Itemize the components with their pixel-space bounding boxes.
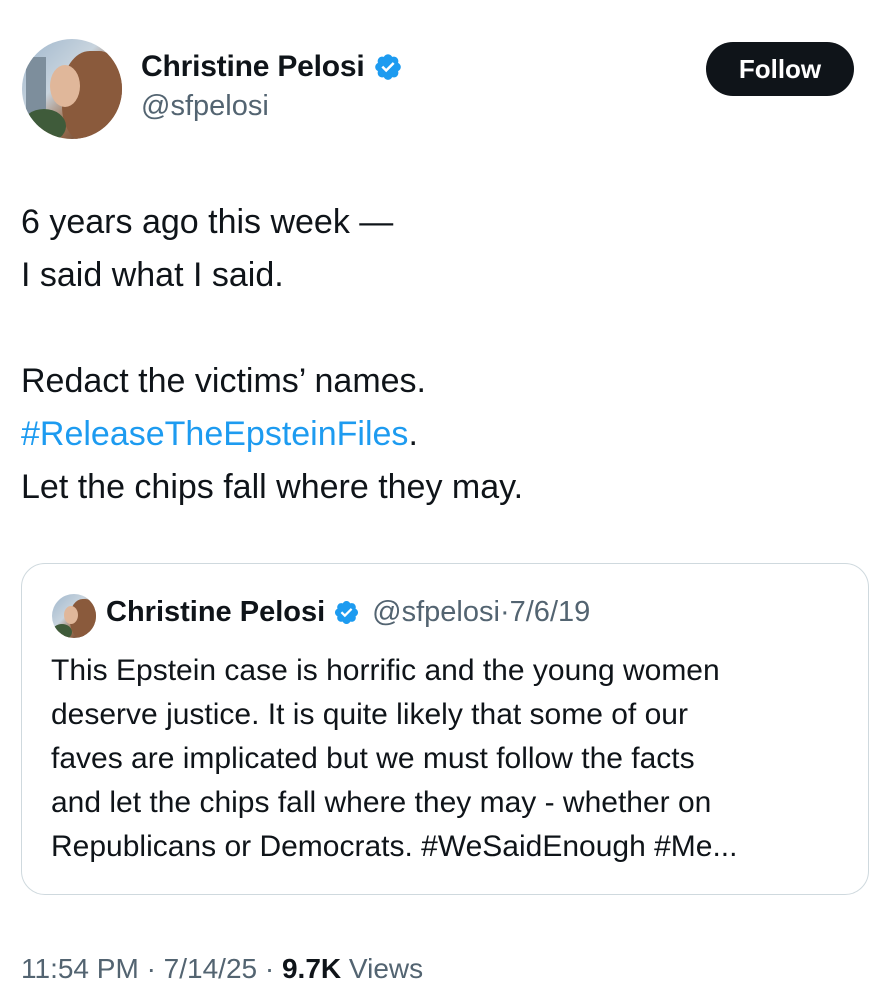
author-handle[interactable]: @sfpelosi (141, 90, 269, 123)
quote-meta: @sfpelosi·7/6/19 (372, 596, 590, 629)
footer-separator: · (264, 953, 275, 984)
quote-header: Christine Pelosi @sfpelosi·7/6/19 (106, 596, 590, 629)
footer-separator: · (146, 953, 156, 984)
verified-badge-icon (374, 54, 401, 80)
follow-button[interactable]: Follow (706, 42, 854, 96)
tweet-date[interactable]: 7/14/25 (164, 953, 257, 984)
quote-line: faves are implicated but we must follow … (51, 742, 695, 775)
quote-avatar-tree (52, 624, 72, 638)
tweet-line: I said what I said. (21, 256, 284, 294)
tweet-line: 6 years ago this week — (21, 203, 394, 241)
quote-date: 7/6/19 (509, 596, 591, 628)
tweet-footer: 11:54 PM · 7/14/25 · 9.7K Views (21, 953, 423, 985)
quote-avatar (52, 594, 96, 638)
quote-handle: @sfpelosi (372, 596, 500, 628)
views-label: Views (348, 953, 424, 984)
quote-avatar-face (64, 606, 78, 624)
author-name-row: Christine Pelosi (141, 50, 403, 84)
tweet-time[interactable]: 11:54 PM (21, 953, 139, 984)
quote-display-name: Christine Pelosi (106, 596, 326, 628)
quote-line: This Epstein case is horrific and the yo… (51, 654, 720, 687)
quote-line: and let the chips fall where they may - … (51, 786, 712, 819)
tweet-line: Redact the victims’ names. (21, 362, 426, 400)
hashtag-link[interactable]: #ReleaseTheEpsteinFiles (21, 415, 408, 453)
author-avatar[interactable] (22, 39, 122, 139)
tweet-text: 6 years ago this week — I said what I sa… (21, 196, 871, 514)
tweet-line: Let the chips fall where they may. (21, 468, 524, 506)
verified-badge-icon (335, 600, 359, 625)
tweet-hashtag-line: #ReleaseTheEpsteinFiles. (21, 408, 871, 461)
quote-separator: · (499, 596, 510, 628)
author-display-name[interactable]: Christine Pelosi (141, 50, 365, 84)
quote-text: This Epstein case is horrific and the yo… (51, 649, 841, 869)
avatar-tree (22, 109, 66, 139)
views-count[interactable]: 9.7K (282, 953, 341, 984)
hashtag-suffix: . (408, 415, 418, 453)
quoted-tweet-card[interactable]: Christine Pelosi @sfpelosi·7/6/19 This E… (21, 563, 869, 895)
quote-line: deserve justice. It is quite likely that… (51, 698, 688, 731)
quote-line: Republicans or Democrats. #WeSaidEnough … (51, 830, 738, 863)
avatar-face (50, 65, 80, 107)
